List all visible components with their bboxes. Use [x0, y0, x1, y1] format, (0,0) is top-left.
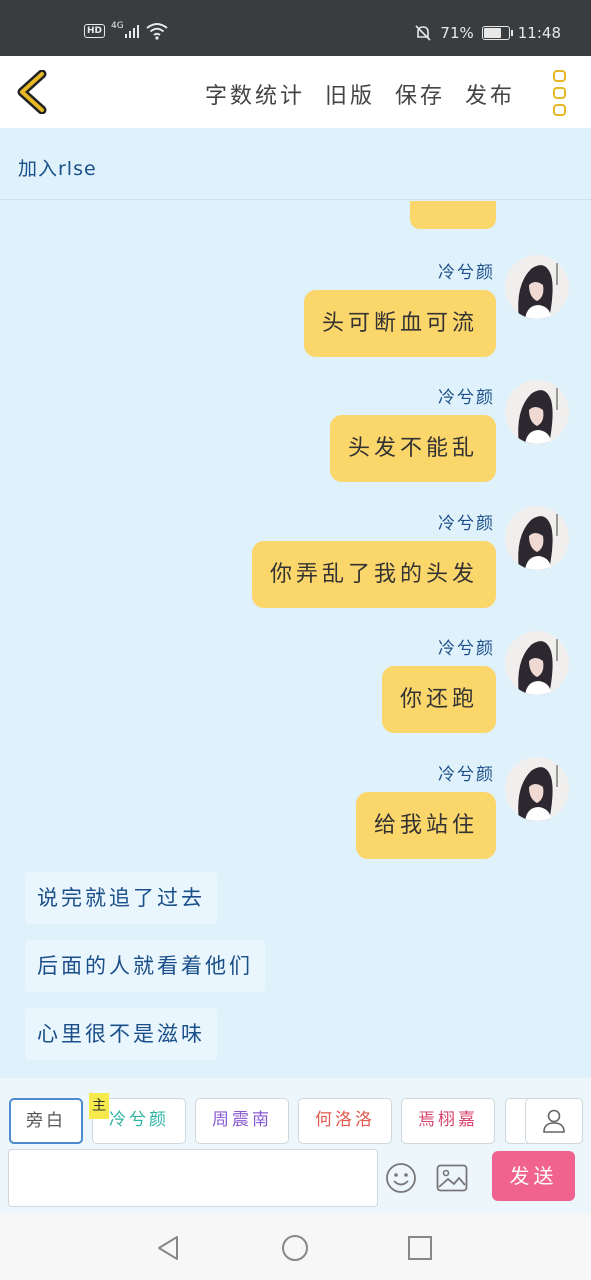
narration-bubble[interactable]: 后面的人就看着他们 — [25, 940, 265, 992]
nav-recents-icon[interactable] — [407, 1235, 433, 1261]
role-selector: 旁白 主 冷兮颜 周震南 何洛洛 焉栩嘉 — [9, 1093, 495, 1144]
message-bubble[interactable]: 你弄乱了我的头发 — [251, 541, 496, 608]
avatar[interactable] — [505, 255, 569, 319]
sender-name: 冷兮颜 — [438, 263, 495, 283]
system-nav-bar — [0, 1214, 591, 1280]
network-type: 4G — [111, 21, 124, 31]
clock: 11:48 — [517, 24, 561, 42]
avatar-image — [505, 380, 569, 444]
more-dot — [553, 104, 566, 116]
signal-icon — [124, 25, 139, 38]
join-bar[interactable]: 加入rlse — [0, 128, 591, 200]
message-row: 冷兮颜 头发不能乱 — [91, 380, 571, 495]
chevron-left-icon[interactable] — [14, 70, 54, 114]
role-label: 周震南 — [212, 1110, 272, 1130]
battery-fill — [483, 28, 501, 38]
composer-panel: 旁白 主 冷兮颜 周震南 何洛洛 焉栩嘉 发送 — [0, 1078, 591, 1214]
save-button[interactable]: 保存 — [395, 78, 445, 110]
message-bubble-partial — [410, 201, 496, 229]
role-label: 焉栩嘉 — [418, 1110, 478, 1130]
smiley-icon[interactable] — [385, 1162, 417, 1194]
avatar-image — [505, 757, 569, 821]
message-bubble[interactable]: 头可断血可流 — [303, 290, 496, 357]
chat-area[interactable]: 冷兮颜 头可断血可流 冷兮颜 头发不能乱 冷兮颜 你弄乱了我的头发 冷兮颜 你还… — [0, 201, 591, 1078]
send-button[interactable]: 发送 — [492, 1151, 575, 1201]
nav-back-icon[interactable] — [155, 1234, 181, 1262]
sender-name: 冷兮颜 — [438, 765, 495, 785]
role-label: 旁白 — [26, 1111, 66, 1131]
status-bar: HD 4G 71% 11:48 — [0, 0, 591, 56]
battery-icon — [481, 26, 513, 40]
status-left: HD 4G — [84, 21, 168, 40]
avatar[interactable] — [505, 380, 569, 444]
role-label: 冷兮颜 — [109, 1110, 169, 1130]
user-icon[interactable] — [525, 1098, 583, 1144]
role-narrator[interactable]: 旁白 — [9, 1098, 83, 1144]
nav-home-icon[interactable] — [281, 1234, 309, 1262]
header-menu: 字数统计 旧版 保存 发布 — [205, 78, 515, 110]
join-text: 加入rlse — [18, 158, 97, 180]
message-row: 冷兮颜 你还跑 — [91, 631, 571, 746]
avatar[interactable] — [505, 757, 569, 821]
sender-name: 冷兮颜 — [438, 639, 495, 659]
more-dot — [553, 70, 566, 82]
main-role-tag: 主 — [89, 1093, 109, 1119]
mute-bell-icon — [415, 25, 431, 41]
app-header: 字数统计 旧版 保存 发布 — [0, 56, 591, 128]
message-row: 冷兮颜 给我站住 — [91, 757, 571, 872]
sender-name: 冷兮颜 — [438, 514, 495, 534]
role-heluoluo[interactable]: 何洛洛 — [298, 1098, 392, 1144]
narration-bubble[interactable]: 心里很不是滋味 — [25, 1008, 217, 1060]
wifi-icon — [146, 23, 168, 40]
message-bubble[interactable]: 你还跑 — [381, 666, 496, 733]
avatar-image — [505, 255, 569, 319]
narration-bubble[interactable]: 说完就追了过去 — [25, 872, 217, 924]
role-yanxujia[interactable]: 焉栩嘉 — [401, 1098, 495, 1144]
avatar[interactable] — [505, 631, 569, 695]
role-label: 何洛洛 — [315, 1110, 375, 1130]
message-row: 冷兮颜 你弄乱了我的头发 — [91, 506, 571, 621]
message-row: 冷兮颜 头可断血可流 — [91, 255, 571, 370]
role-zhouzhennan[interactable]: 周震南 — [195, 1098, 289, 1144]
sender-name: 冷兮颜 — [438, 388, 495, 408]
message-input[interactable] — [8, 1149, 378, 1207]
image-icon[interactable] — [436, 1164, 468, 1192]
status-right: 71% 11:48 — [414, 24, 561, 42]
user-icon-glyph — [543, 1109, 565, 1133]
more-vertical-icon[interactable] — [553, 70, 569, 116]
avatar-image — [505, 631, 569, 695]
publish-button[interactable]: 发布 — [465, 78, 515, 110]
avatar-image — [505, 506, 569, 570]
old-version-button[interactable]: 旧版 — [325, 78, 375, 110]
hd-badge: HD — [84, 24, 106, 38]
more-dot — [553, 87, 566, 99]
role-lengxiyan[interactable]: 主 冷兮颜 — [89, 1093, 186, 1144]
message-bubble[interactable]: 头发不能乱 — [329, 415, 496, 482]
avatar[interactable] — [505, 506, 569, 570]
battery-percent: 71% — [440, 24, 474, 42]
word-count-button[interactable]: 字数统计 — [205, 78, 305, 110]
message-bubble[interactable]: 给我站住 — [355, 792, 496, 859]
